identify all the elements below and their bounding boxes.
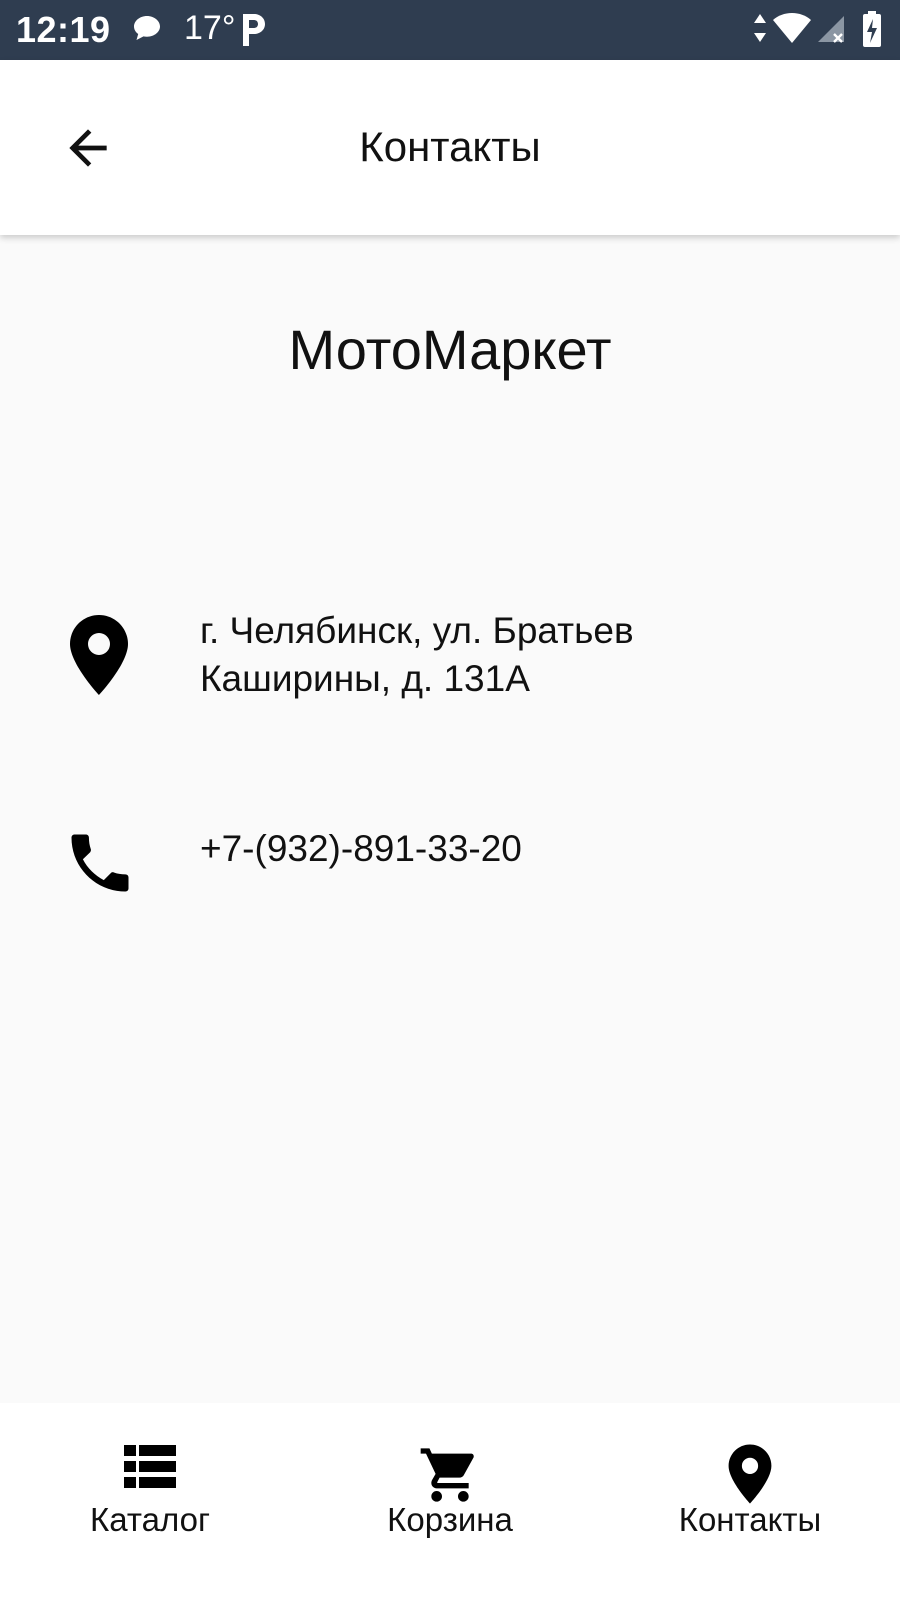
nav-label-contacts: Контакты (678, 1501, 822, 1538)
address-line-2: Каширины, д. 131А (200, 658, 530, 699)
phone-icon (62, 825, 138, 906)
page-title: Контакты (359, 123, 541, 170)
status-bar: 12:19 17° (0, 0, 900, 60)
nav-label-catalog: Каталог (90, 1501, 210, 1538)
address-row: г. Челябинск, ул. Братьев Каширины, д. 1… (0, 605, 900, 715)
nav-label-cart: Корзина (387, 1501, 513, 1538)
list-icon (124, 1445, 176, 1488)
app-bar: Контакты (0, 60, 900, 235)
location-pin-icon (68, 613, 130, 702)
message-icon (132, 14, 162, 47)
bottom-navigation: Каталог Корзина Контакты (0, 1403, 900, 1600)
status-time: 12:19 (16, 9, 111, 50)
nav-item-contacts[interactable]: Контакты (600, 1403, 900, 1600)
address-line-1: г. Челябинск, ул. Братьев (200, 610, 634, 651)
wifi-icon (772, 12, 812, 49)
address-text: г. Челябинск, ул. Братьев Каширины, д. 1… (200, 607, 634, 703)
parking-icon (240, 10, 268, 53)
data-arrows-icon (752, 12, 768, 49)
cart-icon (420, 1448, 474, 1502)
battery-charging-icon (862, 10, 882, 53)
store-name: МотоМаркет (288, 318, 612, 381)
location-pin-icon (728, 1444, 772, 1504)
cell-signal-icon (816, 14, 846, 49)
phone-number[interactable]: +7-(932)-891-33-20 (200, 825, 522, 873)
nav-item-catalog[interactable]: Каталог (0, 1403, 300, 1600)
nav-item-cart[interactable]: Корзина (300, 1403, 600, 1600)
contacts-content: МотоМаркет г. Челябинск, ул. Братьев Каш… (0, 235, 900, 1403)
status-temperature: 17° (184, 9, 236, 47)
phone-row[interactable]: +7-(932)-891-33-20 (0, 825, 900, 905)
